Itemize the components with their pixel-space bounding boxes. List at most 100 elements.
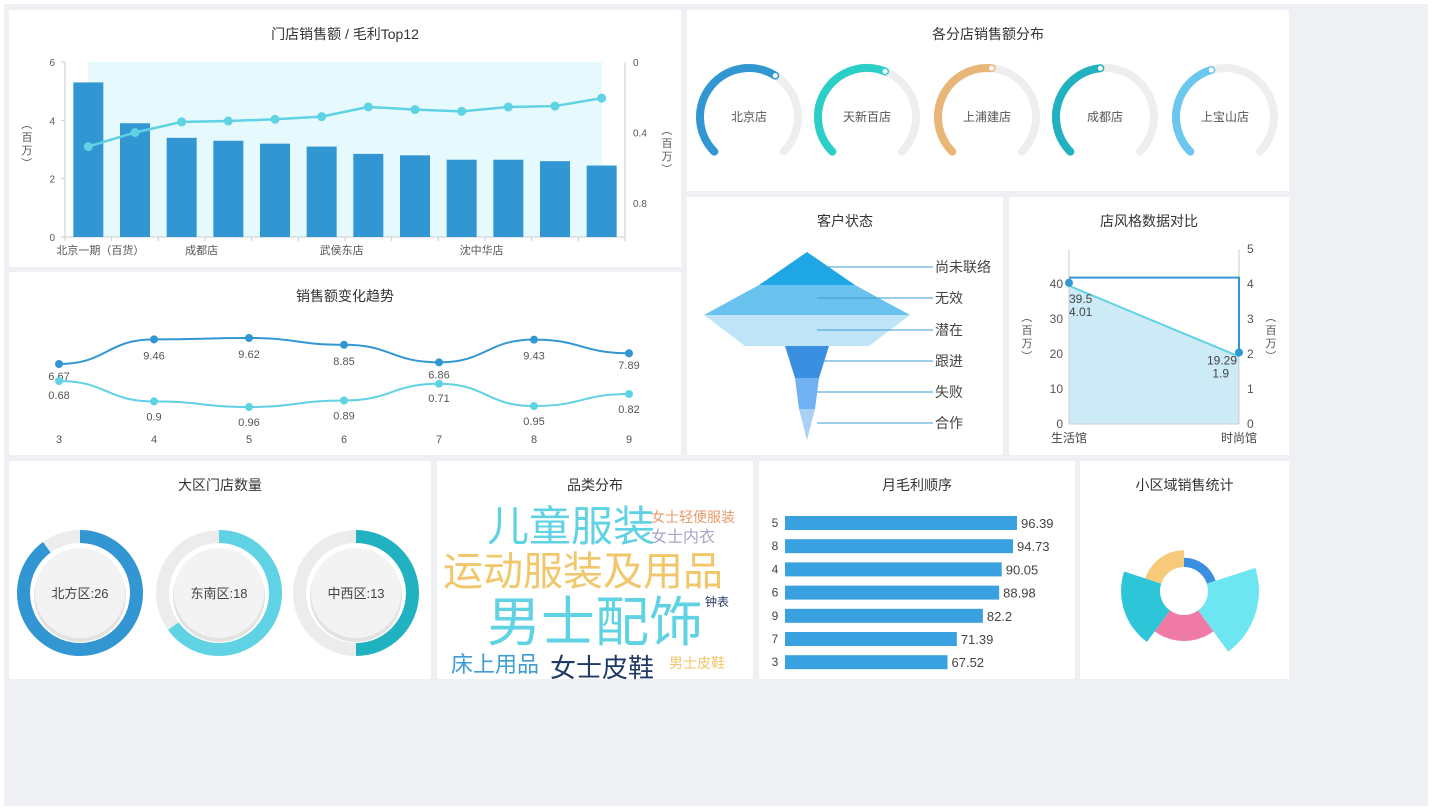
trend-margin-label: 0.95 [523, 416, 544, 428]
style-ylabel-right-char: 百 [1266, 325, 1277, 337]
margin-bar [785, 632, 957, 646]
style-ylabel-right-char: （ [1264, 312, 1277, 323]
wordcloud-word: 女士皮鞋 [550, 653, 654, 683]
funnel-label: 潜在 [935, 322, 963, 338]
top12-bar [493, 159, 524, 237]
funnel-panel: 客户状态 尚未联络 无效 潜在 跟进 失败 合作 [687, 197, 1003, 455]
top12-bar [400, 155, 430, 237]
style-ytick-right-label: 5 [1247, 242, 1254, 256]
top12-ytick-right-label: 0 [633, 58, 639, 69]
margin-bar [785, 655, 948, 670]
top12-bar [213, 140, 244, 237]
trend-sales-label: 8.85 [333, 356, 354, 368]
region-chart: 北方区:26 东南区:18 中西区:13 [16, 530, 419, 656]
top12-margin-point [177, 117, 187, 127]
top12-margin-point [130, 128, 140, 137]
style-xtick-label: 时尚馆 [1221, 430, 1257, 445]
trend-sales-point [340, 340, 348, 349]
wordcloud-word: 女士轻便服装 [651, 509, 735, 525]
rose-sector [1184, 557, 1216, 584]
funnel-label: 尚未联络 [935, 259, 991, 275]
top12-margin-point [410, 105, 420, 115]
top12-margin-point [503, 102, 513, 112]
style-label-left-b: 4.01 [1069, 305, 1093, 319]
trend-sales-point [55, 360, 63, 368]
style-ylabel-char: 百 [1022, 325, 1033, 337]
trend-sales-point [150, 335, 158, 344]
trend-margin-label: 0.96 [238, 417, 259, 429]
style-ytick-right-label: 3 [1247, 312, 1254, 326]
style-ylabel-char: ） [1020, 351, 1033, 362]
style-ytick-right-label: 0 [1247, 417, 1254, 431]
branch-panel: 各分店销售额分布 北京店 天新百店 上浦建店 成都店 上宝山店 [687, 10, 1289, 191]
trend-sales-label: 6.86 [428, 369, 449, 381]
wordcloud-word: 床上用品 [451, 652, 539, 677]
margin-value-label: 94.73 [1017, 539, 1050, 554]
trend-xtick-label: 8 [531, 434, 537, 446]
wordcloud-chart: 儿童服装女士轻便服装女士内衣运动服装及用品钟表男士配饰床上用品 女士皮鞋 男士皮鞋 [443, 503, 735, 683]
branch-gauge-label: 上宝山店 [1201, 110, 1249, 124]
trend-sales-point [625, 349, 633, 358]
wordcloud-word: 运动服装及用品 [443, 550, 723, 594]
style-point [1065, 278, 1073, 287]
margin-bar [785, 608, 983, 623]
margin-category-label: 6 [772, 586, 779, 600]
margin-value-label: 67.52 [952, 655, 985, 670]
region-label: 东南区:18 [190, 586, 247, 601]
style-panel: 店风格数据对比 0 10 20 30 40 0 1 2 3 4 5 （百万）（百万） 39.5 4.01 1… [1009, 197, 1289, 455]
trend-margin-point [150, 397, 158, 406]
style-ytick-label: 10 [1050, 382, 1064, 396]
style-ylabel-right: （ 百万） [1264, 312, 1277, 362]
top12-bar [306, 146, 337, 237]
margin-category-label: 4 [772, 562, 779, 576]
top12-margin-point [317, 112, 327, 122]
margin-category-label: 3 [772, 655, 779, 669]
top12-ylabel-char: （ [20, 119, 33, 130]
style-ytick-right-label: 1 [1247, 382, 1254, 396]
top12-ylabel: （ 百万） [20, 119, 33, 169]
funnel-layer [799, 409, 815, 440]
style-ytick-label: 20 [1050, 347, 1064, 361]
style-ytick-label: 40 [1050, 277, 1064, 291]
wordcloud-panel: 品类分布 儿童服装 女士轻便服装 女士内衣 运动服装及用品 钟表 男士配饰 床上用品 女士皮鞋… [437, 461, 753, 683]
funnel-label: 无效 [935, 290, 963, 306]
style-ytick-label: 0 [1056, 417, 1063, 431]
margin-bar [785, 562, 1002, 577]
top12-ytick-right-label: 0.8 [633, 199, 647, 210]
top12-ytick-label: 6 [49, 58, 55, 69]
top12-ytick-label: 2 [49, 175, 55, 186]
top12-margin-point [223, 116, 233, 126]
top12-chart: 0246 00.40.8（百万）（百万）北京一期（百货） 成都店 武侯东店 沈中华店 [20, 58, 673, 257]
top12-bar [540, 161, 570, 237]
funnel-label: 失败 [935, 384, 963, 400]
rose-sector [1145, 550, 1184, 584]
style-ylabel-right-char: ） [1264, 351, 1277, 362]
branch-gauge-label: 成都店 [1087, 110, 1123, 124]
top12-bar [120, 123, 150, 237]
wordcloud-word: 钟表 [705, 594, 729, 609]
style-ytick-right-label: 4 [1247, 277, 1254, 291]
margin-value-label: 82.2 [987, 609, 1012, 624]
funnel-layer [759, 252, 855, 285]
trend-sales-point [435, 358, 443, 367]
style-ylabel-char: （ [1020, 312, 1033, 323]
top12-margin-point [550, 101, 560, 111]
top12-bar [586, 165, 617, 237]
trend-xtick-label: 4 [151, 434, 157, 446]
style-xtick-label: 生活馆 [1051, 430, 1087, 445]
top12-ylabel-char: ） [20, 158, 33, 169]
trend-sales-label: 9.46 [143, 350, 164, 362]
top12-xtick-label: 武侯东店 [320, 243, 364, 257]
top12-bar [73, 82, 104, 238]
region-panel: 大区门店数量 北方区:26 东南区:18 中西区:13 [9, 461, 431, 679]
funnel-layer [704, 285, 910, 315]
trend-sales-point [245, 334, 253, 342]
wordcloud-word: 女士内衣 [651, 527, 715, 546]
top12-panel: 门店销售额 / 毛利Top12 0 2 4 6 0 0.4 0.8 （百万）（百万）北京一期（… [9, 10, 681, 267]
trend-margin-label: 0.9 [146, 411, 161, 423]
margin-category-label: 8 [772, 539, 779, 553]
branch-gauge-handle [1208, 67, 1214, 73]
branch-gauge-handle [1097, 65, 1103, 71]
style-chart: 010203040012345（百万）（百万）39.54.0119.291.9生… [1020, 242, 1277, 445]
margin-chart: 5 96.39 8 94.73 4 90.05 6 88.98 9 82.2 7 71.39 3 67.5… [772, 516, 1054, 670]
